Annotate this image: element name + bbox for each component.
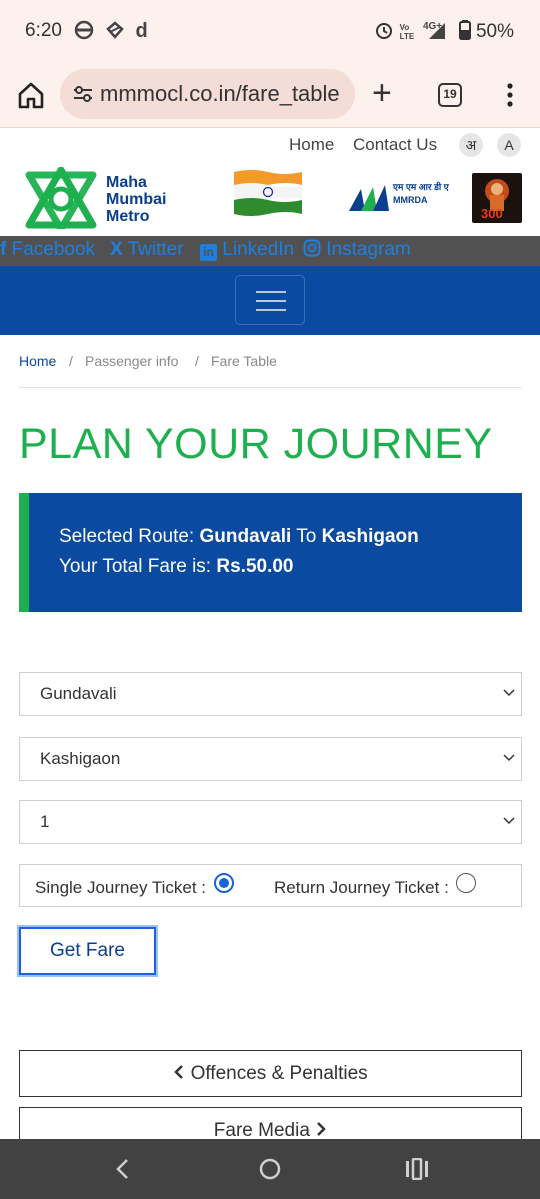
instagram-icon <box>303 239 321 257</box>
chevron-down-icon <box>503 689 515 697</box>
chevron-down-icon <box>503 817 515 825</box>
to-station-select[interactable]: Kashigaon <box>19 737 522 781</box>
offences-label: Offences & Penalties <box>190 1063 368 1084</box>
facebook-label: Facebook <box>11 239 96 260</box>
passenger-count-value: 1 <box>40 812 50 831</box>
from-station-select[interactable]: Gundavali <box>19 672 522 716</box>
system-status: Vo LTE 4G+ 50% <box>374 20 514 43</box>
logo-text-line: Maha <box>106 174 147 191</box>
instagram-link[interactable]: Instagram <box>303 239 411 261</box>
selected-route-label: Selected Route: <box>59 526 195 547</box>
route-to: Kashigaon <box>321 526 419 547</box>
mmrda-english-text: MMRDA <box>393 195 428 205</box>
clock: 6:20 <box>25 20 62 41</box>
route-from: Gundavali <box>199 526 292 547</box>
mmrda-mark-icon <box>349 185 389 211</box>
volte-label: Vo LTE <box>399 22 415 41</box>
home-icon[interactable] <box>16 80 46 110</box>
logo-text-line: Metro <box>106 208 150 225</box>
poster-number: 300 <box>481 206 503 221</box>
recent-apps-icon[interactable] <box>405 1158 429 1180</box>
top-link-contact[interactable]: Contact Us <box>353 135 437 155</box>
url-text: mmmocl.co.in/fare_table <box>100 81 340 106</box>
twitter-label: Twitter <box>127 239 184 260</box>
fare-result-box: Selected Route: Gundavali To Kashigaon Y… <box>19 493 522 612</box>
notification-icon <box>74 20 94 40</box>
top-link-home[interactable]: Home <box>289 135 334 155</box>
maha-mumbai-metro-logo[interactable] <box>25 167 97 229</box>
route-to-word: To <box>296 526 317 547</box>
chevron-left-icon <box>174 1065 184 1079</box>
breadcrumb-current: Fare Table <box>211 353 277 369</box>
chevron-down-icon <box>503 754 515 762</box>
twitter-link[interactable]: X Twitter <box>110 239 184 261</box>
mmrda-logo[interactable]: एम एम आर डी ए MMRDA <box>347 180 459 214</box>
return-journey-radio[interactable] <box>456 873 476 893</box>
status-bar: 6:20 d Vo LTE 4G+ 50% <box>0 0 540 62</box>
get-fare-button[interactable]: Get Fare <box>19 927 156 975</box>
india-flag-icon <box>234 170 302 216</box>
address-bar[interactable]: mmmocl.co.in/fare_table <box>60 69 355 119</box>
single-journey-label: Single Journey Ticket : <box>35 878 207 897</box>
return-journey-label: Return Journey Ticket : <box>274 878 449 897</box>
lang-hindi-button[interactable]: अ <box>459 133 483 157</box>
hamburger-icon <box>256 309 286 311</box>
breadcrumb-separator: / <box>69 353 73 369</box>
battery-icon <box>458 20 471 40</box>
notification-icon: d <box>135 20 148 42</box>
menu-toggle-button[interactable] <box>235 275 305 325</box>
total-fare-value: Rs.50.00 <box>216 556 294 577</box>
mmrda-text: एम एम आर डी ए MMRDA <box>393 181 449 207</box>
alarm-icon <box>376 23 393 39</box>
breadcrumb-separator: / <box>195 353 199 369</box>
more-options-icon[interactable] <box>500 80 520 110</box>
logo-text: Maha Mumbai Metro <box>106 174 166 225</box>
chevron-right-icon <box>317 1122 326 1136</box>
main-navbar <box>0 266 540 335</box>
linkedin-label: LinkedIn <box>222 239 295 260</box>
battery-level: 50% <box>475 21 514 42</box>
social-links-bar: f Facebook X Twitter in LinkedIn Instagr… <box>0 236 540 266</box>
signal-icon <box>429 23 446 39</box>
home-circle-icon[interactable] <box>258 1157 282 1181</box>
logo-text-line: Mumbai <box>106 191 167 208</box>
ticket-type-row: Single Journey Ticket : Return Journey T… <box>19 864 522 907</box>
from-station-value: Gundavali <box>40 684 117 703</box>
hamburger-icon <box>256 300 286 302</box>
mmrda-hindi-text: एम एम आर डी ए <box>393 182 449 192</box>
browser-toolbar: mmmocl.co.in/fare_table + 19 <box>0 62 540 128</box>
facebook-link[interactable]: f Facebook <box>0 239 95 261</box>
fare-media-label: Fare Media <box>213 1120 310 1141</box>
notification-icons: d <box>74 20 148 43</box>
x-twitter-icon: X <box>110 239 123 260</box>
total-fare-line: Your Total Fare is: Rs.50.00 <box>59 556 294 578</box>
hamburger-icon <box>256 291 286 293</box>
anniversary-poster-image[interactable]: 300 <box>472 173 522 223</box>
notification-icon <box>105 21 124 39</box>
breadcrumb: Home / Passenger info / Fare Table <box>19 352 521 388</box>
instagram-label: Instagram <box>326 239 411 260</box>
lang-english-button[interactable]: A <box>497 133 521 157</box>
tab-switcher-button[interactable]: 19 <box>438 83 462 107</box>
back-icon[interactable] <box>112 1157 134 1181</box>
single-journey-radio[interactable] <box>214 873 234 893</box>
linkedin-icon: in <box>200 244 217 261</box>
offences-penalties-button[interactable]: Offences & Penalties <box>19 1050 522 1097</box>
system-navigation-bar <box>0 1139 540 1199</box>
to-station-value: Kashigaon <box>40 749 121 768</box>
passenger-count-select[interactable]: 1 <box>19 800 522 844</box>
linkedin-link[interactable]: in LinkedIn <box>200 239 294 261</box>
breadcrumb-passenger-info[interactable]: Passenger info <box>85 353 178 369</box>
site-settings-icon[interactable] <box>72 83 94 105</box>
total-fare-label: Your Total Fare is: <box>59 556 212 577</box>
selected-route-line: Selected Route: Gundavali To Kashigaon <box>59 526 419 548</box>
page-title: PLAN YOUR JOURNEY <box>19 420 493 468</box>
logo-row: Maha Mumbai Metro एम एम आर डी ए MMRDA 30… <box>0 160 540 236</box>
breadcrumb-home[interactable]: Home <box>19 353 56 369</box>
new-tab-icon[interactable]: + <box>372 76 392 110</box>
facebook-icon: f <box>0 239 7 260</box>
